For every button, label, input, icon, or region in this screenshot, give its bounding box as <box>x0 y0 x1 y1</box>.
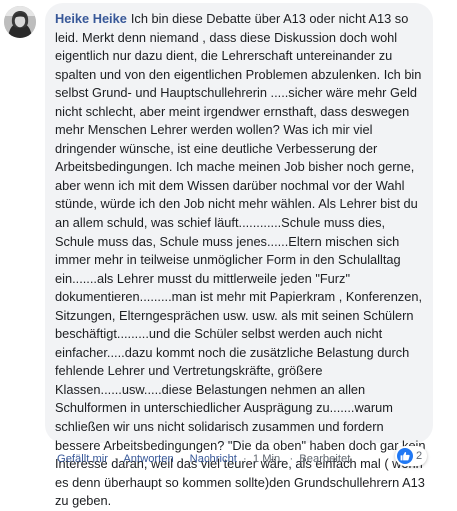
like-link[interactable]: Gefällt mir <box>57 453 108 465</box>
comment-text: Ich bin diese Debatte über A13 oder nich… <box>55 11 426 509</box>
comment-author[interactable]: Heike Heike <box>55 11 127 26</box>
comment-actions: Gefällt mir · Antworten · Nachricht · 1 … <box>57 453 350 465</box>
separator: · <box>243 453 247 465</box>
reaction-count: 2 <box>416 450 423 462</box>
edited-label[interactable]: Bearbeitet <box>299 453 350 465</box>
reactions-summary[interactable]: 2 <box>395 446 428 466</box>
comment-bubble: Heike Heike Ich bin diese Debatte über A1… <box>45 3 433 508</box>
comment-body: Heike Heike Ich bin diese Debatte über A1… <box>55 10 427 511</box>
avatar[interactable] <box>4 6 36 38</box>
comment: Heike Heike Ich bin diese Debatte über A1… <box>0 0 457 508</box>
separator: · <box>114 453 118 465</box>
profile-photo <box>4 6 36 38</box>
reply-link[interactable]: Antworten <box>123 453 173 465</box>
comment-timestamp[interactable]: 1 Min. <box>253 453 283 465</box>
message-link[interactable]: Nachricht <box>190 453 237 465</box>
thumbs-up-icon <box>397 448 413 464</box>
separator: · <box>179 453 184 465</box>
separator: · <box>289 453 294 465</box>
